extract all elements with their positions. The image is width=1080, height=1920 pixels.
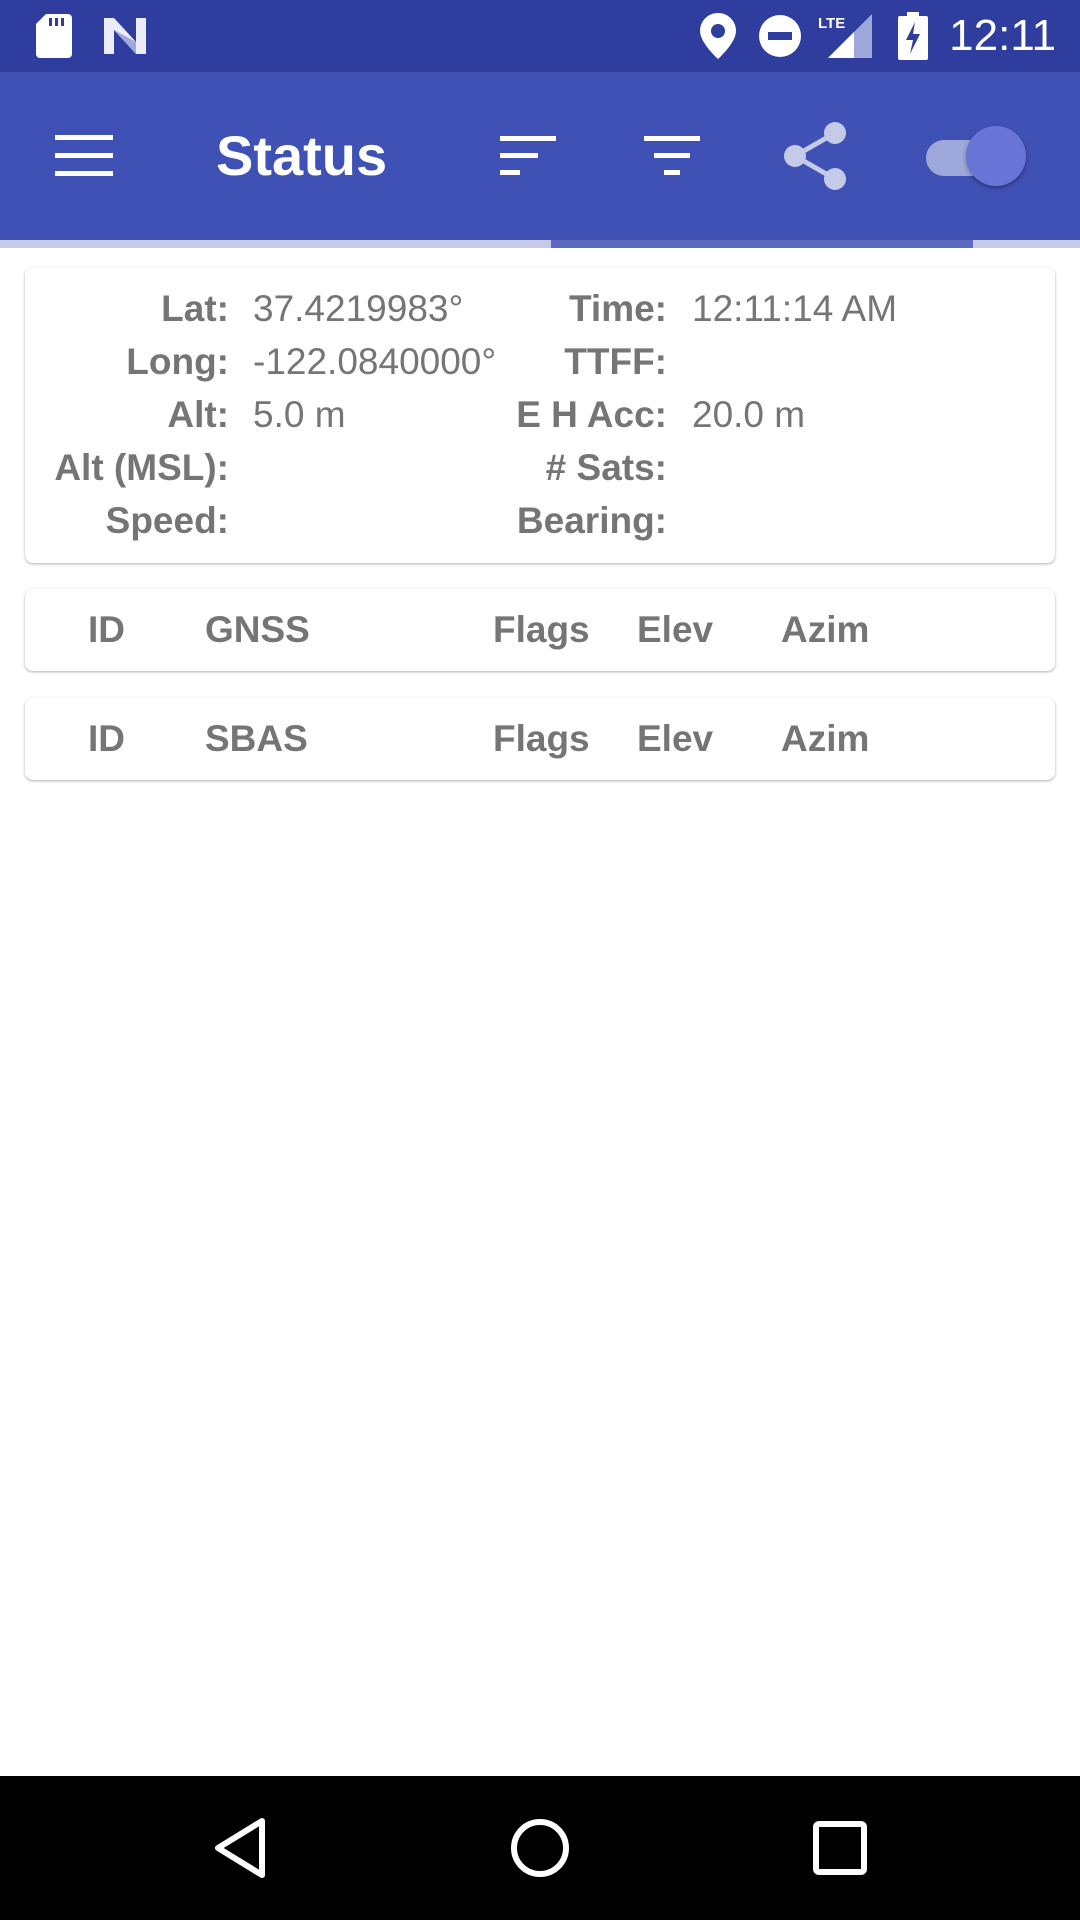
network-type-label: LTE xyxy=(818,15,845,32)
gnss-col-azim[interactable]: Azim xyxy=(781,589,869,671)
alt-msl-label: Alt (MSL): xyxy=(54,447,229,488)
gps-toggle[interactable] xyxy=(918,120,1026,192)
gnss-col-gnss[interactable]: GNSS xyxy=(205,589,310,671)
sbas-table: ID SBAS Flags Elev Azim xyxy=(25,698,1055,780)
sbas-col-elev[interactable]: Elev xyxy=(637,698,713,780)
alt-label: Alt: xyxy=(167,394,229,435)
sbas-col-sbas[interactable]: SBAS xyxy=(205,698,308,780)
time-label: Time: xyxy=(568,288,667,329)
alt-value: 5.0 m xyxy=(253,394,346,435)
recents-icon[interactable] xyxy=(780,1800,900,1896)
sbas-col-id[interactable]: ID xyxy=(88,698,125,780)
navigation-bar xyxy=(0,1776,1080,1920)
status-time: 12:11 xyxy=(949,11,1056,60)
sbas-col-flags[interactable]: Flags xyxy=(493,698,590,780)
toggle-thumb xyxy=(966,126,1026,186)
home-icon[interactable] xyxy=(480,1800,600,1896)
filter-icon[interactable] xyxy=(628,112,716,200)
speed-label: Speed: xyxy=(105,500,229,541)
tab-indicator xyxy=(551,240,973,248)
battery-charging-icon xyxy=(898,12,928,60)
location-pin-icon xyxy=(700,12,736,60)
sort-icon[interactable] xyxy=(484,112,572,200)
sbas-col-azim[interactable]: Azim xyxy=(781,698,869,780)
ttff-label: TTFF: xyxy=(564,341,667,382)
lat-value: 37.4219983° xyxy=(253,288,464,329)
back-icon[interactable] xyxy=(180,1800,300,1896)
page-title: Status xyxy=(216,124,388,187)
status-bar: LTE 12:11 xyxy=(0,0,1080,72)
cell-signal-icon: LTE xyxy=(818,12,874,60)
long-value: -122.0840000° xyxy=(253,341,497,382)
sats-label: # Sats: xyxy=(545,447,667,488)
lat-label: Lat: xyxy=(161,288,229,329)
accuracy-value: 20.0 m xyxy=(692,394,806,435)
gnss-table: ID GNSS Flags Elev Azim xyxy=(25,589,1055,671)
gnss-col-elev[interactable]: Elev xyxy=(637,589,713,671)
bearing-label: Bearing: xyxy=(516,500,667,541)
location-card: Lat: 37.4219983° Long: -122.0840000° Alt… xyxy=(25,268,1055,563)
n-logo-icon xyxy=(102,12,148,60)
share-icon[interactable] xyxy=(772,112,860,200)
gnss-col-flags[interactable]: Flags xyxy=(493,589,590,671)
gnss-col-id[interactable]: ID xyxy=(88,589,125,671)
accuracy-label: E H Acc: xyxy=(516,394,667,435)
time-value: 12:11:14 AM xyxy=(692,288,898,329)
long-label: Long: xyxy=(126,341,229,382)
sd-card-icon xyxy=(36,12,72,60)
menu-icon[interactable] xyxy=(40,112,128,200)
do-not-disturb-icon xyxy=(758,12,802,60)
